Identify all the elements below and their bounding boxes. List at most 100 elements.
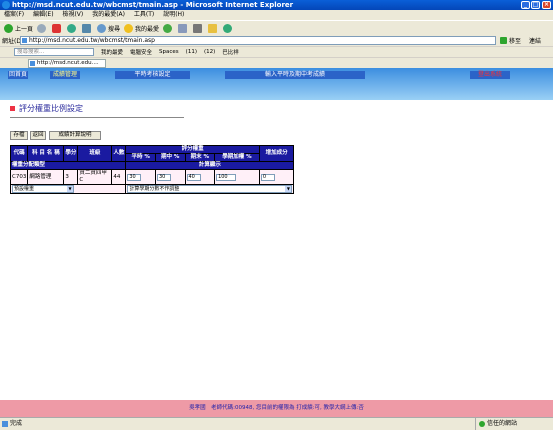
header-regular: 平時 % bbox=[125, 153, 156, 162]
link-count-12[interactable]: (12) bbox=[204, 49, 215, 55]
chevron-down-icon: ▼ bbox=[67, 186, 73, 192]
search-icon bbox=[97, 23, 107, 33]
favorites-label: 我的最愛 bbox=[135, 25, 160, 33]
history-button[interactable] bbox=[163, 23, 174, 33]
edit-button[interactable] bbox=[208, 23, 219, 33]
star-icon bbox=[124, 23, 134, 33]
calc-mode-value: 計算學期分數不作調整 bbox=[129, 186, 180, 192]
header-period-add: 學期加權 % bbox=[214, 153, 260, 162]
cell-credits: 3 bbox=[63, 169, 79, 185]
go-button[interactable]: 移至 連結 bbox=[500, 36, 541, 45]
go-label: 移至 bbox=[509, 38, 522, 45]
menu-tools[interactable]: 工具(T) bbox=[134, 11, 154, 18]
header-dist-type: 權重分配類型 bbox=[9, 161, 127, 170]
address-url: http://msd.ncut.edu.tw/wbcmst/tmain.asp bbox=[29, 37, 155, 44]
forward-button[interactable] bbox=[37, 23, 48, 33]
search-label: 搜尋 bbox=[108, 25, 121, 33]
total-input[interactable]: 100 bbox=[216, 173, 237, 181]
status-bar: 完成 信任的網站 bbox=[0, 417, 553, 430]
links-toolbar: 搜尋搜索... 我的最愛 電腦安全 Spaces (11) (12) 巴比祥 bbox=[0, 46, 553, 57]
tab-page-icon bbox=[30, 61, 35, 66]
stop-icon bbox=[52, 23, 62, 33]
header-count: 人數 bbox=[111, 145, 127, 162]
nav-logout[interactable]: 登出系統 bbox=[470, 71, 510, 79]
bullet-icon bbox=[10, 106, 15, 111]
close-button[interactable]: × bbox=[542, 1, 551, 9]
browser-toolbar: 上一頁 搜尋 我的最愛 bbox=[0, 20, 553, 35]
page-done-icon bbox=[2, 420, 8, 427]
header-midterm: 期中 % bbox=[154, 153, 186, 162]
toolbar-search-input[interactable]: 搜尋搜索... bbox=[14, 48, 94, 56]
nav-regular-settings[interactable]: 平時考核設定 bbox=[115, 71, 190, 79]
edit-icon bbox=[208, 23, 218, 33]
print-button[interactable] bbox=[193, 23, 204, 33]
messenger-button[interactable] bbox=[223, 23, 234, 33]
chevron-down-icon: ▼ bbox=[285, 186, 292, 192]
links-label[interactable]: 連結 bbox=[529, 36, 541, 45]
cell-count: 44 bbox=[111, 169, 127, 185]
link-babylon[interactable]: 巴比祥 bbox=[222, 48, 239, 56]
minimize-button[interactable]: _ bbox=[521, 1, 530, 9]
link-spaces[interactable]: Spaces bbox=[159, 49, 179, 55]
back-arrow-icon bbox=[4, 23, 13, 33]
favorites-button[interactable]: 我的最愛 bbox=[124, 23, 160, 33]
menu-bar: 檔案(F) 編輯(E) 檢視(V) 我的最愛(A) 工具(T) 說明(H) bbox=[0, 10, 553, 20]
link-security[interactable]: 電腦安全 bbox=[130, 48, 152, 56]
menu-help[interactable]: 說明(H) bbox=[163, 11, 184, 18]
maximize-button[interactable]: □ bbox=[531, 1, 540, 9]
grade-help-button[interactable]: 成績計算說明 bbox=[49, 131, 101, 140]
menu-view[interactable]: 檢視(V) bbox=[62, 11, 83, 18]
page-title-text: 評分權重比例設定 bbox=[19, 104, 83, 113]
tab-label: http://msd.ncut.edu.... bbox=[37, 60, 99, 66]
link-count-11[interactable]: (11) bbox=[186, 49, 197, 55]
save-button[interactable]: 存檔 bbox=[10, 131, 28, 140]
home-button[interactable] bbox=[82, 23, 93, 33]
zone-text: 信任的網站 bbox=[487, 420, 518, 427]
footer-info: 吳孝國 老師代碼:00948, 您目前的權限為 打成績:可, 教學大綱上傳:否 bbox=[0, 400, 553, 417]
tab-bar: http://msd.ncut.edu.... bbox=[0, 57, 553, 68]
security-zone: 信任的網站 bbox=[475, 418, 517, 430]
menu-file[interactable]: 檔案(F) bbox=[4, 11, 24, 18]
ie-logo-icon bbox=[2, 1, 10, 9]
mail-button[interactable] bbox=[178, 23, 189, 33]
home-icon bbox=[82, 23, 92, 33]
midterm-input[interactable]: 30 bbox=[156, 173, 171, 181]
regular-input[interactable]: 30 bbox=[127, 173, 142, 181]
extra-input[interactable]: 0 bbox=[260, 173, 275, 181]
header-credits: 學分 bbox=[63, 145, 79, 162]
back-page-button[interactable]: 返回 bbox=[30, 131, 46, 140]
current-tab[interactable]: http://msd.ncut.edu.... bbox=[28, 59, 106, 68]
header-final: 期末 % bbox=[184, 153, 216, 162]
history-icon bbox=[163, 23, 173, 33]
weight-table: 代碼 科 目 名 稱 學分 班級 人數 評分權重 增加成分 平時 % 期中 % … bbox=[9, 145, 295, 194]
menu-edit[interactable]: 編輯(E) bbox=[33, 11, 53, 18]
refresh-button[interactable] bbox=[67, 23, 78, 33]
page-title: 評分權重比例設定 bbox=[10, 104, 83, 114]
nav-grades[interactable]: 成績管理 bbox=[50, 71, 80, 79]
header-class: 班級 bbox=[77, 145, 113, 162]
cell-class: 資二資四甲C bbox=[77, 169, 113, 185]
search-button[interactable]: 搜尋 bbox=[97, 23, 121, 33]
address-input[interactable]: http://msd.ncut.edu.tw/wbcmst/tmain.asp bbox=[20, 36, 496, 45]
back-button[interactable]: 上一頁 bbox=[4, 23, 33, 33]
site-navigation: 回首頁 成績管理 平時考核設定 輸入平時及期中考成績 登出系統 bbox=[0, 68, 553, 100]
nav-enter-scores[interactable]: 輸入平時及期中考成績 bbox=[225, 71, 365, 79]
weight-type-value: 預設權重 bbox=[14, 186, 35, 192]
final-input[interactable]: 40 bbox=[186, 173, 201, 181]
check-icon bbox=[479, 420, 485, 427]
go-arrow-icon bbox=[500, 37, 507, 44]
header-weight: 評分權重 bbox=[125, 145, 260, 154]
weight-type-select[interactable]: 預設權重 ▼ bbox=[12, 185, 74, 193]
header-calc: 計算顯示 bbox=[125, 161, 295, 170]
calc-mode-select[interactable]: 計算學期分數不作調整 ▼ bbox=[127, 185, 293, 193]
header-extra: 增加成分 bbox=[258, 145, 295, 162]
title-divider bbox=[10, 117, 184, 118]
nav-home[interactable]: 回首頁 bbox=[8, 71, 28, 79]
messenger-icon bbox=[223, 23, 233, 33]
link-favorites[interactable]: 我的最愛 bbox=[101, 48, 123, 56]
stop-button[interactable] bbox=[52, 23, 63, 33]
window-titlebar: http://msd.ncut.edu.tw/wbcmst/tmain.asp … bbox=[0, 0, 553, 10]
cell-course: 網路管理 bbox=[27, 169, 65, 185]
menu-favorites[interactable]: 我的最愛(A) bbox=[92, 11, 125, 18]
page-icon bbox=[22, 38, 27, 43]
